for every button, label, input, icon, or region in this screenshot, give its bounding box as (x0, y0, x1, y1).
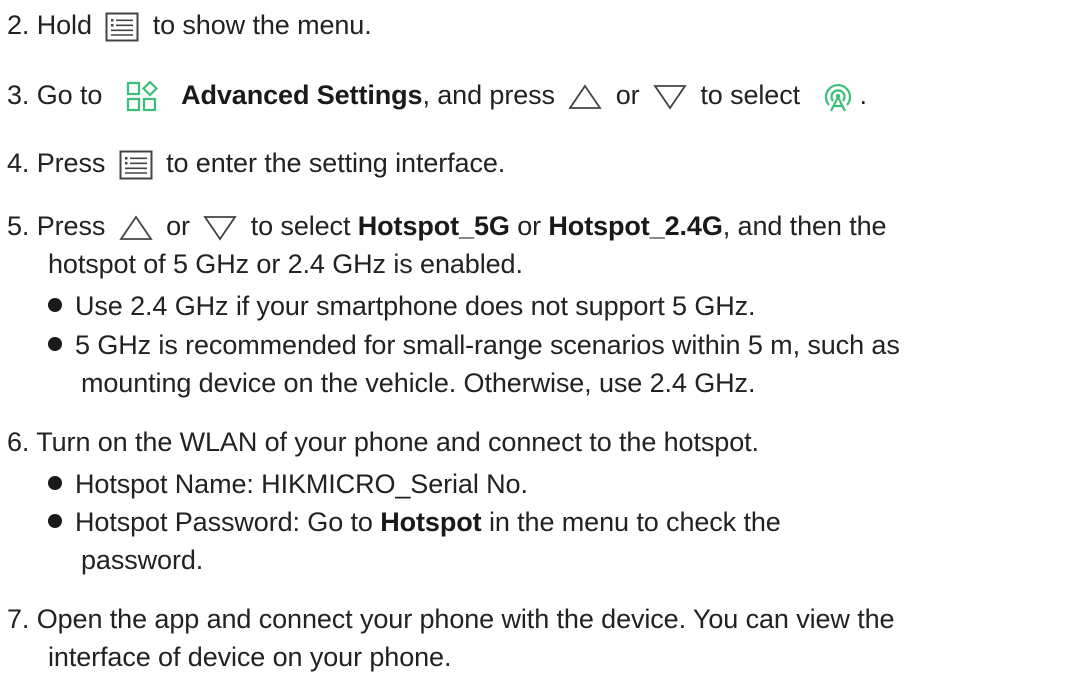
step-text: , and press (422, 80, 555, 110)
bullet-item: Use 2.4 GHz if your smartphone does not … (48, 287, 756, 325)
hotspot-5g-label: Hotspot_5G (357, 211, 510, 241)
step-number: 3. (7, 80, 30, 110)
step-text: to show the menu. (152, 10, 372, 40)
bullet-dot (48, 476, 62, 490)
manual-page: 2. Hold to show the menu. 3. Go to Advan… (0, 0, 1077, 688)
bullet-text: Hotspot Password: Go to (75, 507, 373, 537)
step-text: Press (36, 211, 106, 241)
bullet-text: 5 GHz is recommended for small-range sce… (75, 330, 900, 360)
step-text: . (859, 80, 867, 110)
hotspot-2-4g-label: Hotspot_2.4G (548, 211, 723, 241)
bullet-dot (48, 337, 62, 351)
step-number: 5. (7, 211, 30, 241)
step-text: to select (250, 211, 351, 241)
hotspot-label: Hotspot (380, 507, 482, 537)
menu-list-icon (105, 12, 139, 42)
step-number: 2. (7, 10, 30, 40)
step-text: or (517, 211, 541, 241)
step-number: 6. (7, 427, 30, 457)
step-6: 6. Turn on the WLAN of your phone and co… (7, 423, 759, 461)
advanced-settings-label: Advanced Settings (181, 80, 423, 110)
bullet-text: in the menu to check the (488, 507, 781, 537)
bullet-dot (48, 298, 62, 312)
up-triangle-icon (118, 214, 153, 242)
bullet-item: Hotspot Password: Go to Hotspot in the m… (48, 503, 781, 541)
step-number: 4. (7, 148, 30, 178)
step-7-continuation: interface of device on your phone. (48, 642, 452, 672)
menu-list-icon (119, 150, 153, 180)
step-5: 5. Press or to select Hotspot_5G or Hots… (7, 207, 887, 245)
step-text: , and then the (722, 211, 887, 241)
step-text: to select (700, 80, 801, 110)
step-text: Turn on the WLAN of your phone and conne… (36, 427, 759, 457)
step-text: Press (36, 148, 106, 178)
step-4: 4. Press to enter the setting interface. (7, 144, 505, 182)
hotspot-icon (821, 80, 855, 114)
step-text: Hold (36, 10, 92, 40)
bullet-continuation: password. (81, 545, 204, 575)
step-text: Go to (36, 80, 103, 110)
step-5-continuation: hotspot of 5 GHz or 2.4 GHz is enabled. (48, 249, 523, 279)
step-7: 7. Open the app and connect your phone w… (7, 600, 895, 638)
up-triangle-icon (568, 83, 603, 111)
bullet-dot (48, 514, 62, 528)
step-number: 7. (7, 604, 30, 634)
advanced-settings-icon (126, 80, 160, 113)
step-text: to enter the setting interface. (166, 148, 506, 178)
step-3: 3. Go to Advanced Settings, and press or… (7, 76, 867, 114)
step-text: or (615, 80, 640, 110)
step-2: 2. Hold to show the menu. (7, 6, 372, 44)
step-text: Open the app and connect your phone with… (36, 604, 895, 634)
bullet-continuation: mounting device on the vehicle. Otherwis… (81, 368, 756, 398)
down-triangle-icon (203, 214, 237, 242)
bullet-text: Use 2.4 GHz if your smartphone does not … (75, 291, 756, 321)
bullet-text: Hotspot Name: HIKMICRO_Serial No. (75, 469, 528, 499)
down-triangle-icon (653, 83, 687, 111)
bullet-item: 5 GHz is recommended for small-range sce… (48, 326, 900, 364)
step-text: or (166, 211, 190, 241)
bullet-item: Hotspot Name: HIKMICRO_Serial No. (48, 465, 528, 503)
